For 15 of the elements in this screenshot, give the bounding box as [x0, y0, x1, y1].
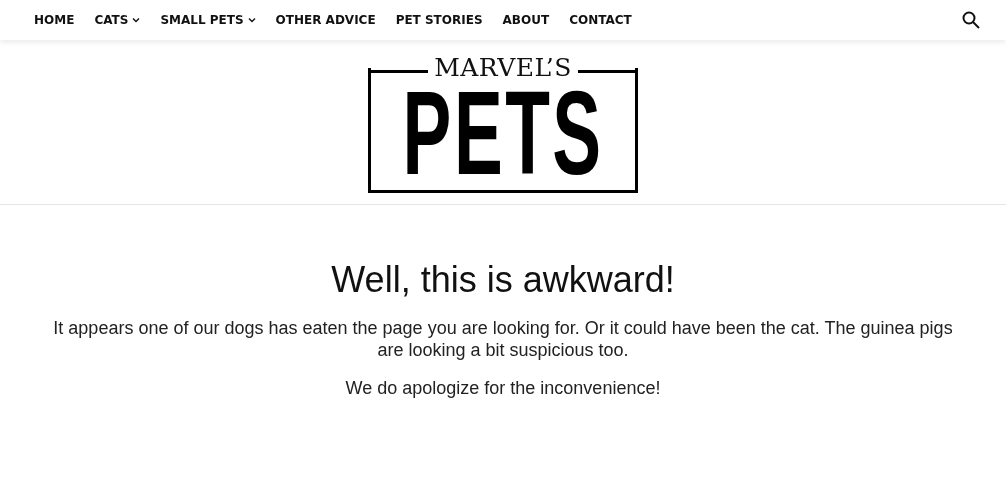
- nav-link[interactable]: OTHER ADVICE: [265, 0, 386, 40]
- nav-link[interactable]: PET STORIES: [385, 0, 493, 40]
- search-icon: [962, 11, 980, 29]
- nav-link[interactable]: SMALL PETS: [150, 0, 266, 40]
- chevron-down-icon: [132, 17, 141, 23]
- logo-title: PETS: [402, 86, 604, 179]
- error-message: It appears one of our dogs has eaten the page you are looking for. Or it could have been the cat. The guinea pigs are looking a bit suspicious too.: [52, 317, 954, 361]
- error-title: Well, this is awkward!: [331, 259, 675, 301]
- apology-text: We do apologize for the inconvenience!: [345, 377, 661, 399]
- nav-link[interactable]: CONTACT: [559, 0, 642, 40]
- nav-link[interactable]: CATS: [84, 0, 151, 40]
- nav-link[interactable]: ABOUT: [492, 0, 560, 40]
- logo-subtitle: MARVEL’S: [434, 53, 572, 82]
- chevron-down-icon: [247, 17, 256, 23]
- nav-link[interactable]: HOME: [24, 0, 85, 40]
